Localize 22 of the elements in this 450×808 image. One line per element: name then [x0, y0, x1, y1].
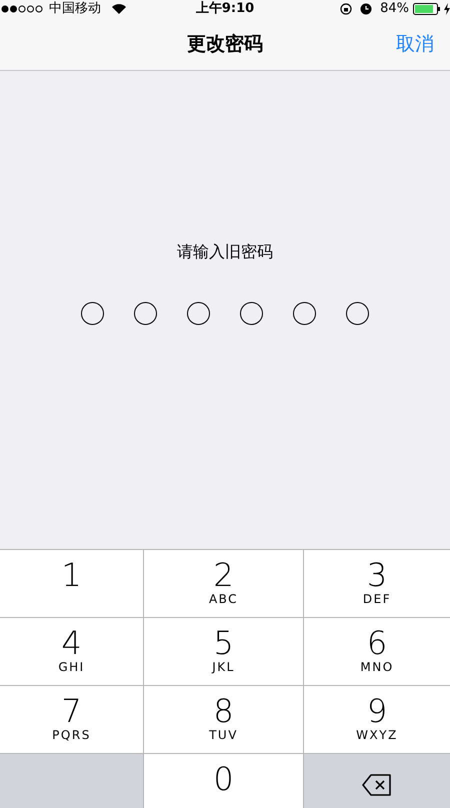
- screen-title: 更改密码: [187, 32, 263, 57]
- battery-icon: [413, 3, 440, 15]
- carrier-name: 中国移动: [49, 1, 101, 17]
- keypad-key[interactable]: 4 GHI: [0, 618, 143, 685]
- keypad-key[interactable]: 9 WXYZ: [304, 686, 450, 753]
- passcode-prompt: 请输入旧密码: [177, 241, 273, 263]
- rotation-lock-icon: [340, 3, 352, 15]
- keypad-key[interactable]: 7 PQRS: [0, 686, 143, 753]
- battery-percent: 84%: [380, 1, 409, 17]
- keypad-key[interactable]: 0: [144, 754, 303, 808]
- alarm-icon: [360, 3, 372, 15]
- signal-icon: [1, 5, 45, 13]
- keypad-key[interactable]: 2 ABC: [144, 550, 303, 617]
- keypad-key[interactable]: 5 JKL: [144, 618, 303, 685]
- wifi-icon: [111, 3, 127, 15]
- keypad-key[interactable]: 6 MNO: [304, 618, 450, 685]
- delete-icon: [362, 774, 392, 796]
- delete-key[interactable]: [304, 754, 450, 808]
- status-time: 上午9:10: [194, 1, 256, 17]
- keypad-key[interactable]: 1: [0, 550, 143, 617]
- keypad-key[interactable]: 3 DEF: [304, 550, 450, 617]
- keypad-key[interactable]: 8 TUV: [144, 686, 303, 753]
